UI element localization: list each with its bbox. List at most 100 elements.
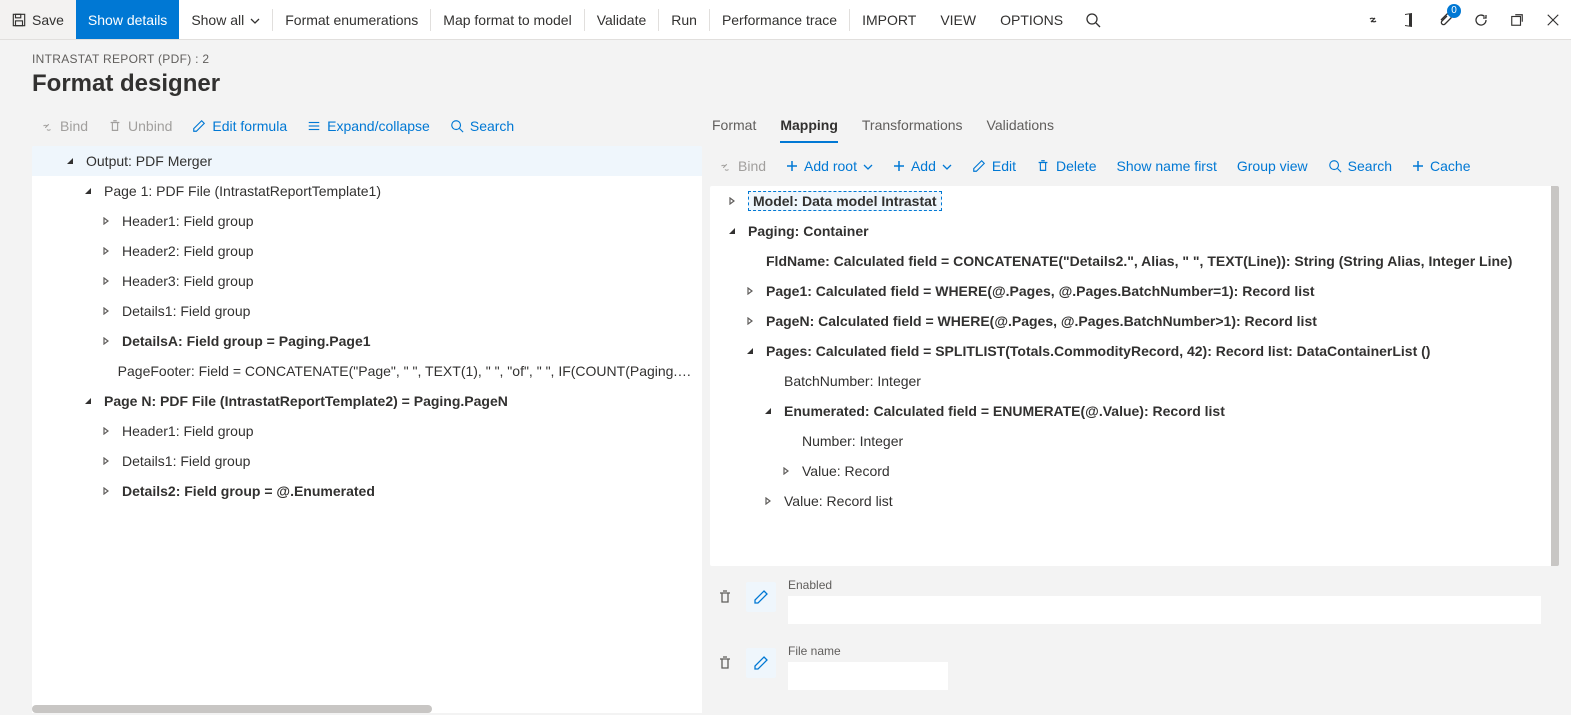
tree-label: Details2: Field group = @.Enumerated [122, 483, 375, 499]
tree-row[interactable]: Page 1: PDF File (IntrastatReportTemplat… [32, 176, 702, 206]
expand-toggle[interactable] [80, 187, 96, 195]
tree-row[interactable]: Details2: Field group = @.Enumerated [32, 476, 702, 506]
attachments-button[interactable]: 0 [1427, 0, 1463, 40]
add-root-button[interactable]: Add root [778, 152, 881, 180]
expand-toggle[interactable] [98, 217, 114, 225]
view-button[interactable]: VIEW [928, 0, 988, 39]
tree-row[interactable]: Model: Data model Intrastat [710, 186, 1551, 216]
tree-row[interactable]: FldName: Calculated field = CONCATENATE(… [710, 246, 1551, 276]
expand-toggle[interactable] [760, 497, 776, 505]
filename-edit-button[interactable] [746, 648, 776, 678]
show-name-first-button[interactable]: Show name first [1108, 152, 1224, 180]
edit-formula-button[interactable]: Edit formula [184, 112, 295, 140]
cache-button[interactable]: Cache [1404, 152, 1478, 180]
format-tree[interactable]: Output: PDF MergerPage 1: PDF File (Intr… [32, 146, 702, 701]
save-button[interactable]: Save [0, 0, 76, 39]
options-button[interactable]: OPTIONS [988, 0, 1075, 39]
tree-row[interactable]: Enumerated: Calculated field = ENUMERATE… [710, 396, 1551, 426]
tree-row[interactable]: Value: Record [710, 456, 1551, 486]
expand-toggle[interactable] [98, 457, 114, 465]
filename-input[interactable] [788, 662, 948, 690]
expand-toggle[interactable] [98, 487, 114, 495]
expand-toggle[interactable] [98, 277, 114, 285]
tree-row[interactable]: Header3: Field group [32, 266, 702, 296]
tree-row[interactable]: Page1: Calculated field = WHERE(@.Pages,… [710, 276, 1551, 306]
expand-toggle[interactable] [778, 467, 794, 475]
tab-mapping[interactable]: Mapping [780, 109, 838, 143]
link-icon-button[interactable] [1355, 0, 1391, 40]
expand-toggle[interactable] [98, 427, 114, 435]
tree-row[interactable]: BatchNumber: Integer [710, 366, 1551, 396]
chevron-down-icon [250, 18, 260, 24]
tree-row[interactable]: Pages: Calculated field = SPLITLIST(Tota… [710, 336, 1551, 366]
expand-toggle[interactable] [724, 227, 740, 235]
expand-toggle[interactable] [98, 307, 114, 315]
office-icon-button[interactable] [1391, 0, 1427, 40]
tree-row[interactable]: Header1: Field group [32, 206, 702, 236]
bind-button[interactable]: Bind [710, 152, 774, 180]
tree-row[interactable]: Details1: Field group [32, 446, 702, 476]
plus-icon [893, 160, 905, 172]
import-button[interactable]: IMPORT [850, 0, 928, 39]
tree-label: Header2: Field group [122, 243, 254, 259]
map-format-button[interactable]: Map format to model [431, 0, 583, 39]
tree-row[interactable]: Header1: Field group [32, 416, 702, 446]
run-button[interactable]: Run [659, 0, 709, 39]
expand-toggle[interactable] [742, 287, 758, 295]
tree-row[interactable]: Output: PDF Merger [32, 146, 702, 176]
unbind-button[interactable]: Unbind [100, 112, 180, 140]
bind-button[interactable]: Bind [32, 112, 96, 140]
enabled-edit-button[interactable] [746, 582, 776, 612]
link-icon [1365, 12, 1381, 28]
left-search-button[interactable]: Search [442, 112, 522, 140]
close-button[interactable] [1535, 0, 1571, 40]
tree-row[interactable]: Paging: Container [710, 216, 1551, 246]
tree-row[interactable]: PageN: Calculated field = WHERE(@.Pages,… [710, 306, 1551, 336]
add-button[interactable]: Add [885, 152, 960, 180]
tree-label: Number: Integer [802, 433, 903, 449]
tree-label: Details1: Field group [122, 303, 250, 319]
enabled-input[interactable] [788, 596, 1541, 624]
tree-row[interactable]: Page N: PDF File (IntrastatReportTemplat… [32, 386, 702, 416]
delete-button[interactable]: Delete [1028, 152, 1104, 180]
performance-trace-button[interactable]: Performance trace [710, 0, 849, 39]
tab-format[interactable]: Format [712, 109, 756, 143]
expand-collapse-button[interactable]: Expand/collapse [299, 112, 438, 140]
tree-row[interactable]: Number: Integer [710, 426, 1551, 456]
tree-row[interactable]: Header2: Field group [32, 236, 702, 266]
filename-delete-button[interactable] [710, 648, 740, 678]
notification-badge: 0 [1447, 4, 1461, 18]
expand-toggle[interactable] [62, 157, 78, 165]
tab-transformations[interactable]: Transformations [862, 109, 963, 143]
validate-button[interactable]: Validate [585, 0, 659, 39]
expand-toggle[interactable] [98, 247, 114, 255]
show-details-button[interactable]: Show details [76, 0, 179, 39]
enabled-delete-button[interactable] [710, 582, 740, 612]
tree-row[interactable]: Value: Record list [710, 486, 1551, 516]
mapping-tree[interactable]: Model: Data model IntrastatPaging: Conta… [710, 186, 1559, 566]
office-icon [1401, 12, 1417, 28]
tree-row[interactable]: DetailsA: Field group = Paging.Page1 [32, 326, 702, 356]
expand-toggle[interactable] [742, 347, 758, 355]
search-icon [450, 119, 464, 133]
popout-button[interactable] [1499, 0, 1535, 40]
expand-toggle[interactable] [80, 397, 96, 405]
chevron-down-icon [942, 164, 952, 170]
expand-toggle[interactable] [742, 317, 758, 325]
horizontal-scrollbar[interactable] [32, 701, 702, 713]
format-enumerations-button[interactable]: Format enumerations [273, 0, 430, 39]
group-view-button[interactable]: Group view [1229, 152, 1316, 180]
expand-toggle[interactable] [760, 407, 776, 415]
refresh-button[interactable] [1463, 0, 1499, 40]
show-all-button[interactable]: Show all [179, 0, 272, 39]
global-search-button[interactable] [1075, 0, 1111, 40]
tree-row[interactable]: Details1: Field group [32, 296, 702, 326]
page-title: Format designer [32, 70, 1539, 98]
edit-button[interactable]: Edit [964, 152, 1024, 180]
expand-toggle[interactable] [724, 197, 740, 205]
tab-validations[interactable]: Validations [987, 109, 1054, 143]
tree-row[interactable]: PageFooter: Field = CONCATENATE("Page", … [32, 356, 702, 386]
expand-toggle[interactable] [98, 337, 114, 345]
right-toolbar: Bind Add root Add Edit Delete Show name … [710, 146, 1559, 186]
right-search-button[interactable]: Search [1320, 152, 1400, 180]
